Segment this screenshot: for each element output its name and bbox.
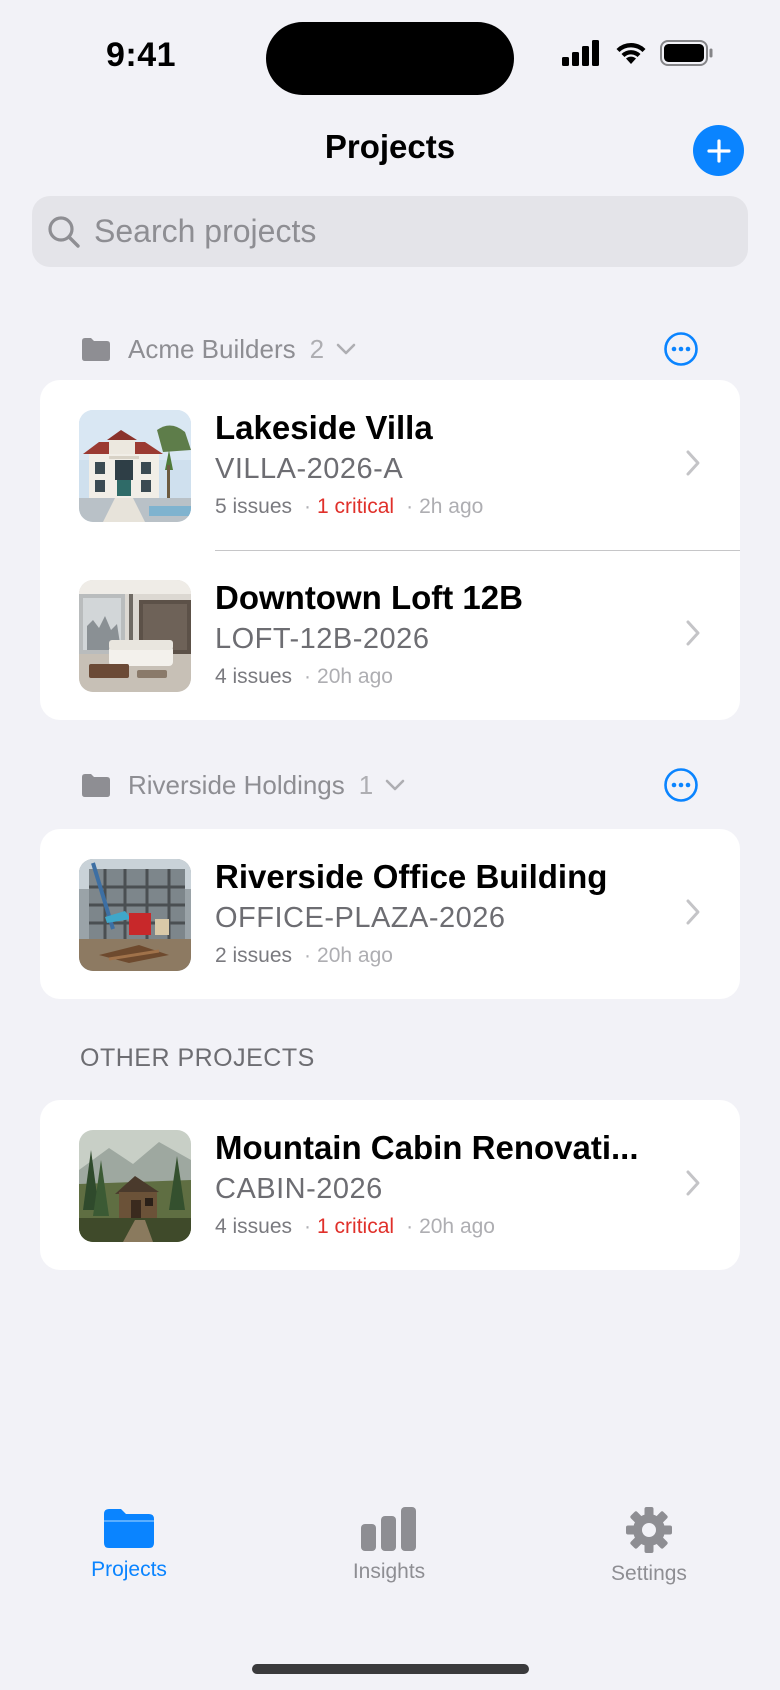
page-title: Projects [324, 128, 456, 165]
dynamic-island [266, 22, 514, 95]
status-bar: 9:41 [0, 0, 780, 118]
critical-count: 1 critical [317, 495, 395, 518]
project-thumbnail [79, 859, 191, 971]
section-header-other-projects: OTHER PROJECTS [80, 1044, 315, 1072]
project-thumbnail [79, 410, 191, 522]
updated-time: 20h ago [317, 665, 393, 688]
group-more-button[interactable] [662, 766, 700, 804]
critical-count: 1 critical [317, 1215, 395, 1238]
updated-time: 20h ago [419, 1215, 495, 1238]
project-card-group-acme: Lakeside Villa VILLA-2026-A 5 issues · 1 c… [40, 380, 740, 720]
bar-chart-icon [359, 1506, 419, 1552]
add-project-button[interactable] [693, 125, 744, 176]
issue-count: 4 issues [215, 1215, 293, 1238]
gear-icon [625, 1506, 673, 1554]
project-meta: 4 issues · 20h ago [215, 665, 393, 688]
chevron-right-icon [684, 1169, 702, 1197]
folder-icon [80, 336, 112, 362]
issue-count: 5 issues [215, 495, 293, 518]
wifi-icon [614, 40, 648, 71]
folder-icon [80, 772, 112, 798]
project-thumbnail [79, 1130, 191, 1242]
search-icon [46, 214, 82, 250]
group-header-acme-builders[interactable]: Acme Builders 2 [80, 329, 700, 369]
project-thumbnail [79, 580, 191, 692]
chevron-right-icon [684, 449, 702, 477]
project-code: CABIN-2026 [215, 1173, 383, 1205]
project-name: Lakeside Villa [215, 409, 433, 446]
project-row[interactable]: Mountain Cabin Renovati... CABIN-2026 4 … [40, 1100, 740, 1270]
tab-label: Insights [352, 1560, 426, 1583]
project-meta: 4 issues · 1 critical · 20h ago [215, 1215, 495, 1238]
tab-label: Projects [91, 1558, 167, 1581]
project-meta: 2 issues · 20h ago [215, 944, 393, 967]
group-header-riverside-holdings[interactable]: Riverside Holdings 1 [80, 765, 700, 805]
group-count: 2 [309, 333, 325, 364]
project-name: Downtown Loft 12B [215, 579, 523, 616]
chevron-down-icon [336, 342, 356, 356]
group-count: 1 [358, 769, 374, 800]
cellular-signal-icon [562, 40, 602, 71]
status-icons [562, 40, 714, 71]
project-card-other: Mountain Cabin Renovati... CABIN-2026 4 … [40, 1100, 740, 1270]
group-name: Acme Builders [128, 333, 296, 364]
plus-icon [706, 138, 732, 164]
issue-count: 4 issues [215, 665, 293, 688]
project-row[interactable]: Riverside Office Building OFFICE-PLAZA-2… [40, 829, 740, 999]
chevron-right-icon [684, 898, 702, 926]
tab-label: Settings [611, 1562, 687, 1585]
tab-settings[interactable]: Settings [564, 1506, 734, 1586]
project-row[interactable]: Lakeside Villa VILLA-2026-A 5 issues · 1 c… [40, 380, 740, 550]
project-code: OFFICE-PLAZA-2026 [215, 902, 506, 934]
project-code: VILLA-2026-A [215, 453, 404, 485]
project-row[interactable]: Downtown Loft 12B LOFT-12B-2026 4 issues… [40, 550, 740, 720]
tab-projects[interactable]: Projects [44, 1506, 214, 1582]
ellipsis-circle-icon [664, 768, 698, 802]
folder-icon [102, 1506, 156, 1550]
chevron-down-icon [385, 778, 405, 792]
search-input[interactable] [94, 213, 748, 250]
tab-bar: Projects Insights Settings [0, 1460, 780, 1690]
chevron-right-icon [684, 619, 702, 647]
project-meta: 5 issues · 1 critical · 2h ago [215, 495, 484, 518]
project-code: LOFT-12B-2026 [215, 623, 430, 655]
group-name: Riverside Holdings [128, 769, 345, 800]
battery-icon [660, 40, 714, 71]
tab-insights[interactable]: Insights [304, 1506, 474, 1584]
updated-time: 20h ago [317, 944, 393, 967]
group-more-button[interactable] [662, 330, 700, 368]
project-name: Riverside Office Building [215, 858, 608, 895]
project-name: Mountain Cabin Renovati... [215, 1129, 639, 1166]
project-card-group-riverside: Riverside Office Building OFFICE-PLAZA-2… [40, 829, 740, 999]
ellipsis-circle-icon [664, 332, 698, 366]
home-indicator [252, 1664, 529, 1674]
status-time: 9:41 [106, 36, 177, 74]
updated-time: 2h ago [419, 495, 484, 518]
issue-count: 2 issues [215, 944, 293, 967]
search-bar [32, 196, 748, 267]
